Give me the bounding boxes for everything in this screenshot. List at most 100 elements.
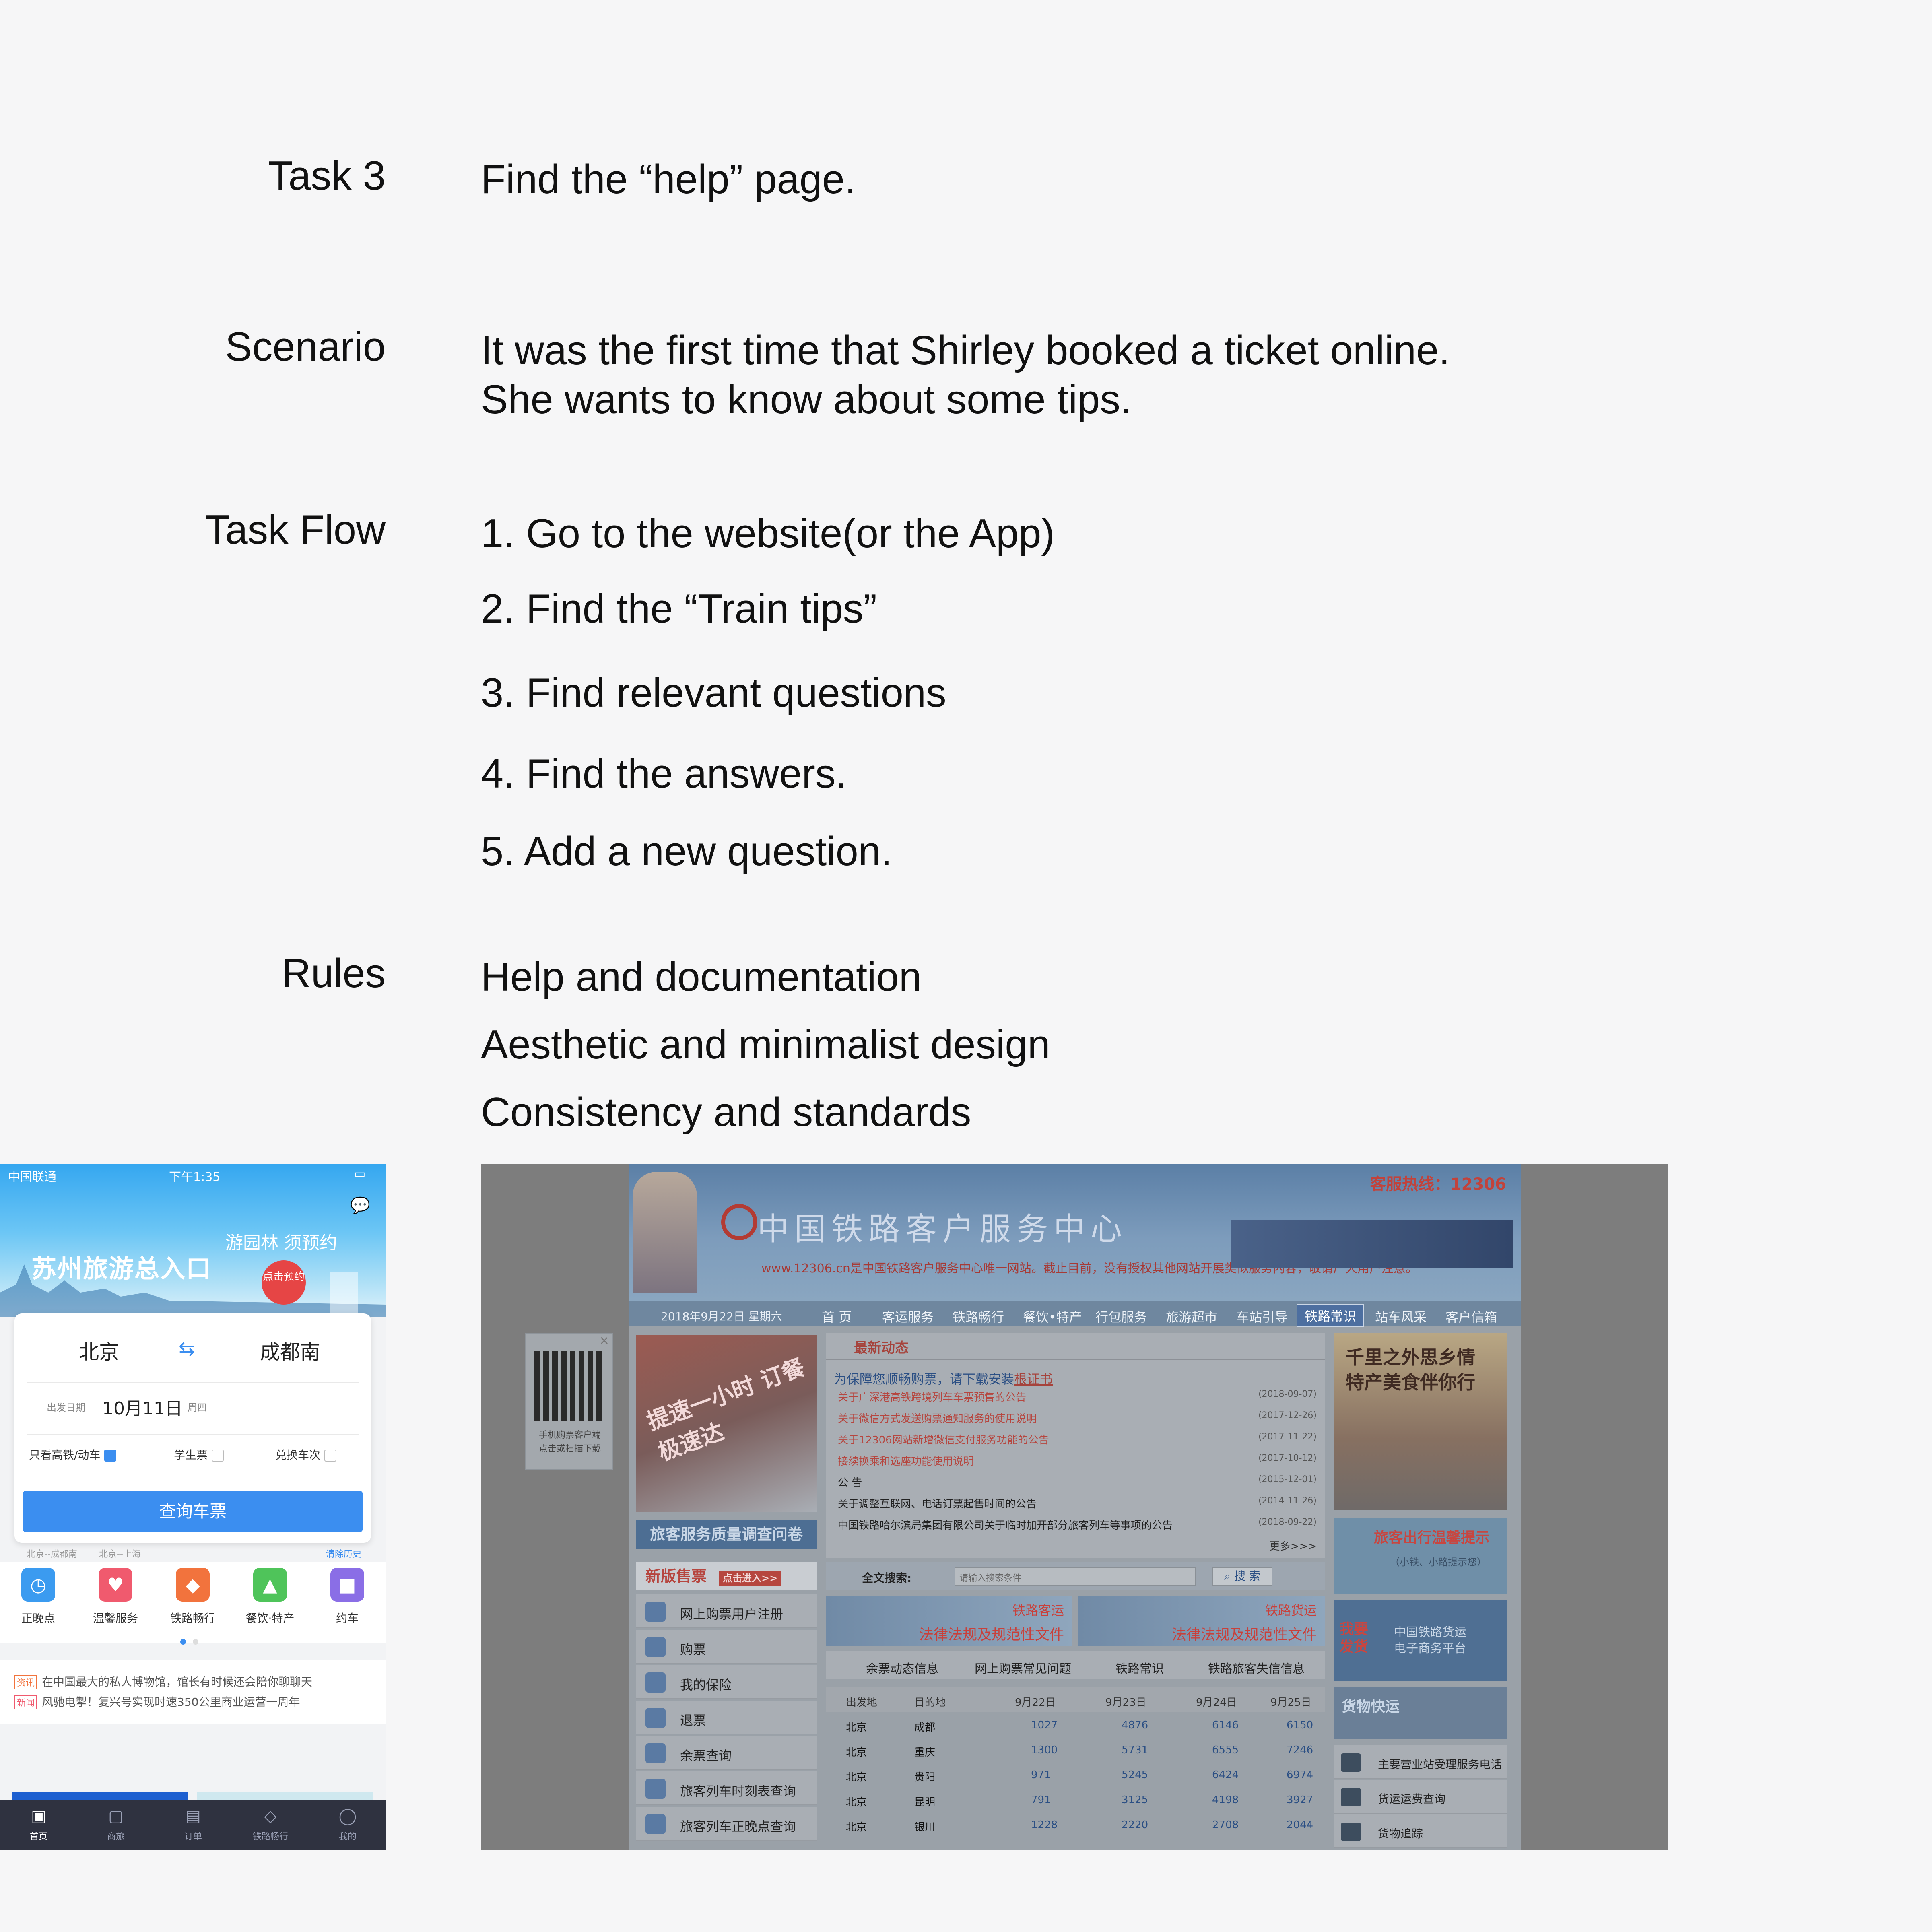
nav-item-railway-tips[interactable]: 铁路常识 <box>1297 1304 1365 1327</box>
tab-remaining-tickets[interactable]: 余票动态信息 <box>866 1659 938 1676</box>
tab-railway[interactable]: ◇ 铁路畅行 <box>232 1807 309 1842</box>
nav-item[interactable]: 旅游超市 <box>1166 1307 1217 1326</box>
side-menu-item[interactable]: 我的保险 <box>636 1665 817 1699</box>
banner-title[interactable]: 苏州旅游总入口 <box>31 1248 212 1285</box>
history-item[interactable]: 北京--上海 <box>99 1547 141 1560</box>
departure-date[interactable]: 10月11日 <box>102 1394 183 1420</box>
service-item[interactable]: ◆ 铁路畅行 <box>155 1568 231 1626</box>
side-menu-item[interactable]: 网上购票用户注册 <box>636 1594 817 1628</box>
freight-platform-banner[interactable]: 我要 发货 中国铁路货运 电子商务平台 <box>1334 1600 1507 1681</box>
news-item[interactable]: 新闻 风驰电掣！复兴号实现时速350公里商业运营一周年 <box>14 1693 300 1709</box>
nav-item[interactable]: 行包服务 <box>1095 1307 1147 1326</box>
option-student[interactable]: 学生票 <box>174 1446 224 1462</box>
news-row-text: 接续换乘和选座功能使用说明 <box>838 1456 974 1468</box>
service-item[interactable]: ◷ 正晚点 <box>0 1568 76 1626</box>
news-tag: 新闻 <box>14 1695 37 1709</box>
latest-news-panel: 最新动态 为保障您顺畅购票，请下载安装根证书 关于广深港高铁跨境列车车票预售的公… <box>826 1333 1325 1558</box>
search-tickets-button[interactable]: 查询车票 <box>23 1491 363 1532</box>
table-cell: 4198 <box>1212 1794 1239 1806</box>
specialty-food-promo[interactable]: 千里之外思乡情 特产美食伴你行 <box>1334 1333 1507 1510</box>
express-freight-banner[interactable]: 货物快运 <box>1334 1687 1507 1739</box>
news-item[interactable]: 资讯 在中国最大的私人博物馆，馆长有时候还会陪你聊聊天 <box>14 1673 312 1689</box>
table-cell: 971 <box>1031 1769 1051 1781</box>
right-list-label: 货运运费查询 <box>1378 1792 1446 1806</box>
side-menu-item[interactable]: 余票查询 <box>636 1736 817 1770</box>
news-row[interactable]: 中国铁路哈尔滨局集团有限公司关于临时加开部分旅客列车等事项的公告 (2018-09… <box>838 1517 1317 1532</box>
travel-tips-banner[interactable]: 旅客出行温馨提示 （小铁、小路提示您） <box>1334 1518 1507 1594</box>
search-input[interactable]: 请输入搜索条件 <box>955 1567 1196 1586</box>
new-sale-bar: 新版售票 点击进入>> <box>636 1562 817 1590</box>
side-menu-item[interactable]: 旅客列车时刻表查询 <box>636 1771 817 1805</box>
news-row-text: 中国铁路哈尔滨局集团有限公司关于临时加开部分旅客列车等事项的公告 <box>838 1520 1173 1532</box>
news-row[interactable]: 接续换乘和选座功能使用说明 (2017-10-12) <box>838 1453 1317 1468</box>
more-news-link[interactable]: 更多>>> <box>1270 1538 1317 1553</box>
promo-strip[interactable] <box>197 1792 373 1800</box>
to-city[interactable]: 成都南 <box>260 1336 320 1365</box>
nav-item[interactable]: 客运服务 <box>882 1307 934 1326</box>
tab-orders[interactable]: ▤ 订单 <box>155 1807 232 1842</box>
clear-history-link[interactable]: 清除历史 <box>326 1547 361 1560</box>
nav-item[interactable]: 客户信箱 <box>1445 1307 1497 1326</box>
table-row[interactable]: 北京 银川 1228 2220 2708 2044 <box>826 1812 1325 1837</box>
table-cell: 2044 <box>1287 1819 1313 1831</box>
passenger-regulations-banner[interactable]: 铁路客运 法律法规及规范性文件 <box>826 1596 1072 1646</box>
from-city[interactable]: 北京 <box>79 1336 119 1365</box>
news-row[interactable]: 关于广深港高铁跨境列车车票预售的公告 (2018-09-07) <box>838 1389 1317 1404</box>
tab-profile[interactable]: ◯ 我的 <box>309 1807 386 1842</box>
side-menu-item[interactable]: 旅客列车正晚点查询 <box>636 1807 817 1841</box>
swap-arrows-icon[interactable]: ⇆ <box>179 1338 195 1360</box>
scenario-line-1: It was the first time that Shirley booke… <box>481 328 1450 373</box>
news-row-date: (2017-12-26) <box>1258 1410 1317 1421</box>
service-item[interactable]: ♥ 温馨服务 <box>77 1568 154 1626</box>
nav-item[interactable]: 铁路畅行 <box>953 1307 1004 1326</box>
meal-promo-banner[interactable]: 提速一小时 订餐极速达 <box>636 1335 817 1512</box>
side-menu-item[interactable]: 退票 <box>636 1701 817 1734</box>
clock-icon <box>645 1814 666 1834</box>
news-row[interactable]: 关于调整互联网、电话订票起售时间的公告 (2014-11-26) <box>838 1496 1317 1511</box>
right-list-item[interactable]: 主要营业站受理服务电话 <box>1334 1745 1507 1779</box>
reserve-badge[interactable]: 点击预约 <box>262 1260 306 1305</box>
right-list-item[interactable]: 货物追踪 <box>1334 1814 1507 1848</box>
table-row[interactable]: 北京 贵阳 971 5245 6424 6974 <box>826 1762 1325 1787</box>
table-row[interactable]: 北京 昆明 791 3125 4198 3927 <box>826 1787 1325 1812</box>
promo-text: 千里之外思乡情 特产美食伴你行 <box>1346 1346 1475 1393</box>
survey-link[interactable]: 旅客服务质量调查问卷 <box>636 1520 817 1549</box>
option-exchange[interactable]: 兑换车次 <box>275 1446 337 1462</box>
option-high-speed[interactable]: 只看高铁/动车 <box>29 1446 117 1462</box>
table-cell: 贵阳 <box>914 1771 936 1784</box>
table-row[interactable]: 北京 成都 1027 4876 6146 6150 <box>826 1712 1325 1737</box>
sale-enter-button[interactable]: 点击进入>> <box>719 1571 782 1586</box>
chat-icon[interactable]: 💬 <box>350 1196 370 1215</box>
checkbox[interactable] <box>104 1450 117 1462</box>
tab-faq[interactable]: 网上购票常见问题 <box>975 1659 1071 1676</box>
table-row[interactable]: 北京 重庆 1300 5731 6555 7246 <box>826 1737 1325 1762</box>
right-list-item[interactable]: 货运运费查询 <box>1334 1780 1507 1814</box>
news-row[interactable]: 关于12306网站新增微信支付服务功能的公告 (2017-11-22) <box>838 1432 1317 1447</box>
freight-regulations-banner[interactable]: 铁路货运 法律法规及规范性文件 <box>1078 1596 1325 1646</box>
service-item[interactable]: ■ 约车 <box>309 1568 386 1626</box>
tab-home[interactable]: ▣ 首页 <box>0 1807 77 1842</box>
qr-code[interactable] <box>534 1351 605 1421</box>
search-button[interactable]: ⌕ 搜 索 <box>1212 1567 1272 1586</box>
nav-item[interactable]: 餐饮•特产 <box>1023 1307 1082 1326</box>
checkbox[interactable] <box>324 1450 337 1462</box>
table-cell: 4876 <box>1122 1719 1148 1731</box>
root-cert-link[interactable]: 根证书 <box>1014 1371 1053 1387</box>
news-row[interactable]: 关于微信方式发送购票通知服务的使用说明 (2017-12-26) <box>838 1410 1317 1425</box>
promo-strip[interactable] <box>12 1792 188 1800</box>
history-item[interactable]: 北京--成都南 <box>27 1547 77 1560</box>
nav-item[interactable]: 车站引导 <box>1236 1307 1288 1326</box>
news-row-date: (2014-11-26) <box>1258 1496 1317 1506</box>
tab-dishonest-info[interactable]: 铁路旅客失信信息 <box>1208 1659 1305 1676</box>
tab-railway-tips[interactable]: 铁路常识 <box>1115 1659 1164 1676</box>
nav-item[interactable]: 首 页 <box>822 1307 852 1326</box>
side-menu-item[interactable]: 购票 <box>636 1630 817 1664</box>
nav-item[interactable]: 站车风采 <box>1375 1307 1427 1326</box>
site-title[interactable]: 中国铁路客户服务中心 <box>757 1204 1128 1249</box>
news-row[interactable]: 公 告 (2015-12-01) <box>838 1474 1317 1489</box>
tab-business[interactable]: ▢ 商旅 <box>77 1807 155 1842</box>
service-item[interactable]: ▲ 餐饮·特产 <box>232 1568 308 1626</box>
task-flow-step: 4. Find the answers. <box>481 751 847 796</box>
checkbox[interactable] <box>212 1450 224 1462</box>
close-icon[interactable]: × <box>599 1334 609 1348</box>
